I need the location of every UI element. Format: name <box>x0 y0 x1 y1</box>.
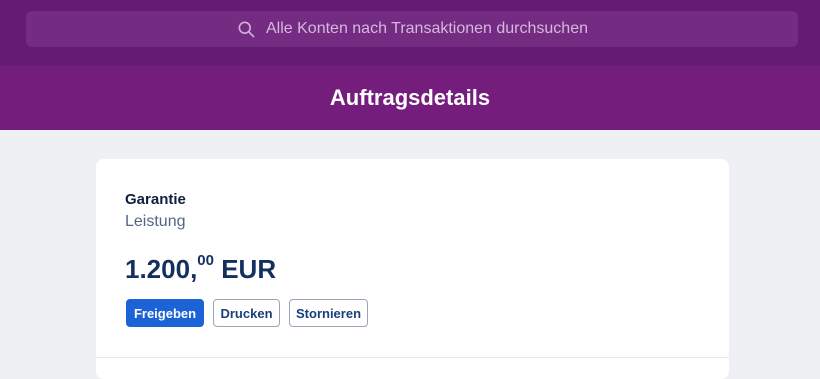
card-divider <box>96 357 729 358</box>
page-header: Auftragsdetails <box>0 66 820 130</box>
search-placeholder: Alle Konten nach Transaktionen durchsuch… <box>266 20 588 37</box>
cancel-button[interactable]: Stornieren <box>289 299 368 327</box>
amount-main: 1.200, <box>125 254 198 284</box>
search-input[interactable]: Alle Konten nach Transaktionen durchsuch… <box>26 11 798 47</box>
page-title: Auftragsdetails <box>329 85 491 110</box>
order-category-label: Leistung <box>125 213 186 230</box>
amount-decimals: 00 <box>197 252 214 270</box>
amount-currency: EUR <box>221 254 277 284</box>
order-type-label: Garantie <box>125 191 186 208</box>
action-buttons: Freigeben Drucken Stornieren <box>126 299 368 327</box>
release-button[interactable]: Freigeben <box>126 299 204 327</box>
top-bar: Alle Konten nach Transaktionen durchsuch… <box>0 0 820 66</box>
search-icon <box>238 21 255 38</box>
print-button[interactable]: Drucken <box>213 299 280 327</box>
order-card: Garantie Leistung 1.200,00 EUR Freigeben… <box>96 159 729 379</box>
order-amount: 1.200,00 EUR <box>125 252 277 285</box>
